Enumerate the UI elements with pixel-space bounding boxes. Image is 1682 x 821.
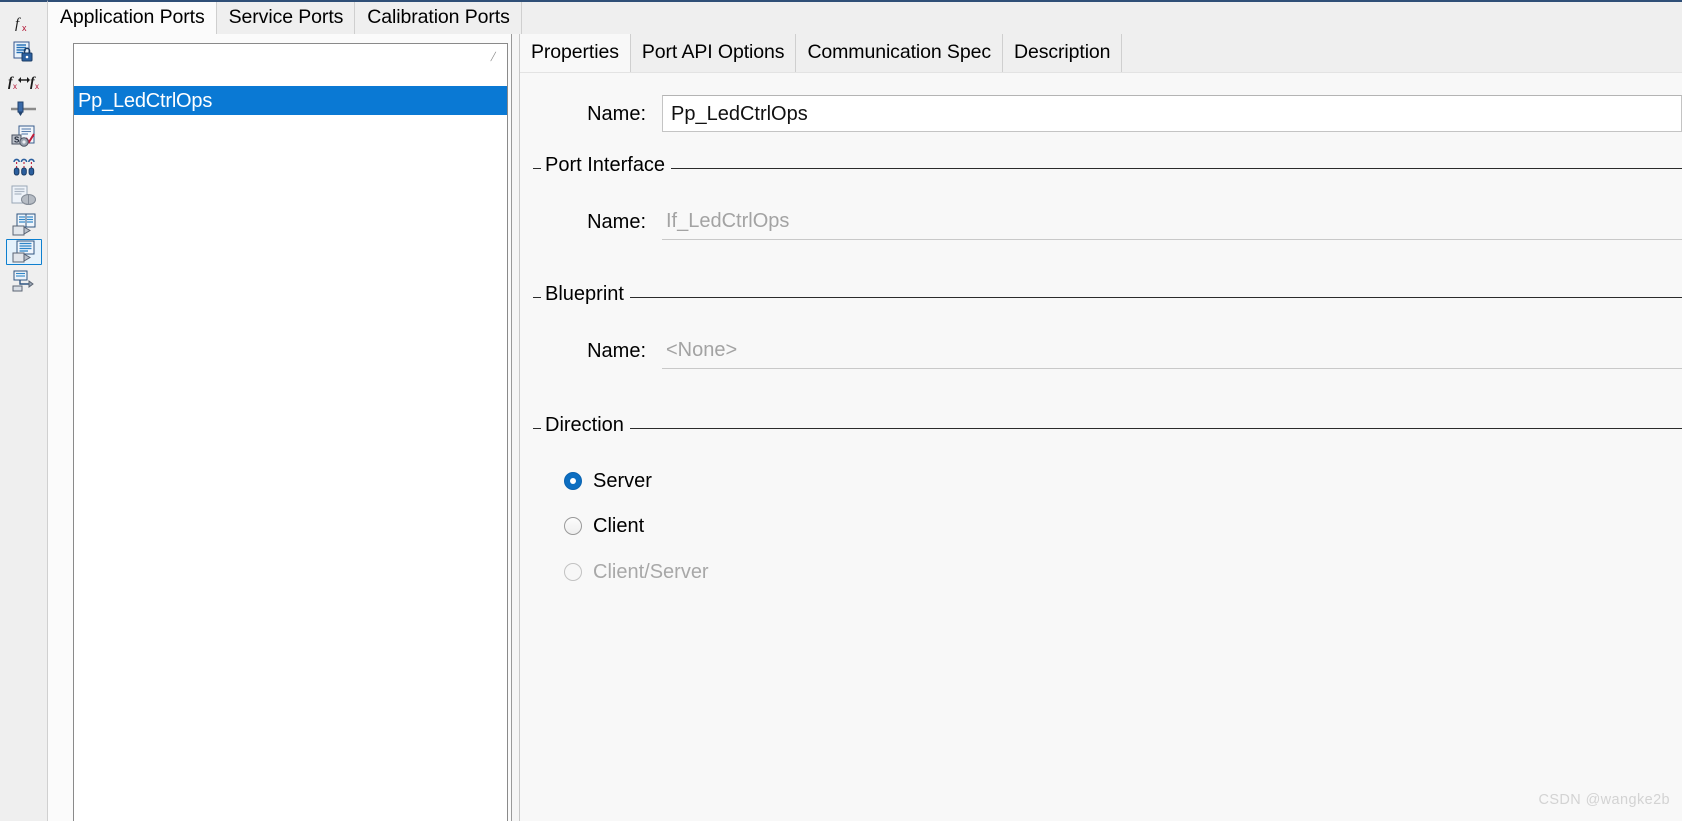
tab-properties[interactable]: Properties bbox=[520, 34, 631, 72]
blueprint-name-label: Name: bbox=[587, 339, 646, 362]
svg-text:f: f bbox=[15, 16, 21, 32]
port-name-input[interactable]: Pp_LedCtrlOps bbox=[662, 95, 1682, 132]
tab-application-ports[interactable]: Application Ports bbox=[48, 2, 217, 34]
blueprint-name-row: Name: <None> bbox=[533, 332, 1682, 369]
port-list-panel: / Pp_LedCtrlOps bbox=[48, 34, 513, 821]
properties-tabbar: Properties Port API Options Communicatio… bbox=[520, 34, 1682, 72]
port-interface-name-input[interactable]: If_LedCtrlOps bbox=[662, 203, 1682, 240]
watermark-text: CSDN @wangke2b bbox=[1538, 792, 1670, 808]
tab-description[interactable]: Description bbox=[1002, 34, 1123, 72]
svg-text:x: x bbox=[13, 82, 17, 91]
document-package-icon[interactable] bbox=[6, 183, 42, 209]
blueprint-group: Blueprint Name: <None> bbox=[533, 284, 1682, 403]
table-export-icon[interactable] bbox=[6, 212, 42, 238]
port-interface-list-icon[interactable] bbox=[6, 239, 42, 265]
svg-text:S: S bbox=[14, 136, 20, 145]
blueprint-legend: Blueprint bbox=[541, 284, 630, 304]
port-interface-name-label: Name: bbox=[587, 210, 646, 233]
pin-slider-icon[interactable] bbox=[6, 96, 42, 122]
port-category-tabbar: Application Ports Service Ports Calibrat… bbox=[48, 0, 1682, 34]
locked-document-icon[interactable] bbox=[6, 39, 42, 65]
port-interface-name-row: Name: If_LedCtrlOps bbox=[533, 203, 1682, 240]
blueprint-name-input[interactable]: <None> bbox=[662, 332, 1682, 369]
properties-panel: Properties Port API Options Communicatio… bbox=[520, 34, 1682, 821]
properties-form: Name: Pp_LedCtrlOps Port Interface Name:… bbox=[520, 72, 1682, 821]
tab-service-ports[interactable]: Service Ports bbox=[216, 2, 356, 34]
port-name-row: Name: Pp_LedCtrlOps bbox=[520, 95, 1682, 132]
tab-port-api-options[interactable]: Port API Options bbox=[630, 34, 797, 72]
radio-label: Server bbox=[593, 470, 652, 492]
panel-splitter[interactable] bbox=[511, 34, 520, 821]
fx-delete-icon[interactable]: f x bbox=[6, 10, 42, 36]
radio-button-icon bbox=[564, 563, 582, 581]
tool-icon-strip: f x f x f x S bbox=[0, 0, 48, 821]
runnable-flow-icon[interactable] bbox=[6, 268, 42, 294]
list-marker: / bbox=[489, 50, 497, 65]
list-item[interactable]: Pp_LedCtrlOps bbox=[74, 86, 507, 115]
radio-label: Client/Server bbox=[593, 561, 709, 583]
radio-direction-server[interactable]: Server bbox=[564, 468, 652, 494]
port-name-label: Name: bbox=[587, 102, 646, 125]
document-check-settings-icon[interactable]: S bbox=[6, 124, 42, 150]
radio-button-icon bbox=[564, 517, 582, 535]
direction-group: Direction Server Client Client/Server bbox=[533, 415, 1682, 658]
radio-label: Client bbox=[593, 515, 645, 537]
radio-direction-client-server: Client/Server bbox=[564, 559, 709, 585]
svg-text:x: x bbox=[35, 82, 39, 91]
port-list[interactable]: / Pp_LedCtrlOps bbox=[73, 43, 508, 821]
radio-direction-client[interactable]: Client bbox=[564, 513, 644, 539]
radio-button-icon bbox=[564, 472, 582, 490]
tab-calibration-ports[interactable]: Calibration Ports bbox=[355, 2, 522, 34]
svg-text:x: x bbox=[22, 23, 27, 33]
direction-legend: Direction bbox=[541, 415, 630, 435]
three-connectors-icon[interactable] bbox=[6, 153, 42, 179]
port-editor-window: f x f x f x S Application Ports Service … bbox=[0, 0, 1682, 821]
port-interface-group: Port Interface Name: If_LedCtrlOps bbox=[533, 155, 1682, 274]
port-interface-legend: Port Interface bbox=[541, 155, 672, 175]
tab-communication-spec[interactable]: Communication Spec bbox=[796, 34, 1003, 72]
fx-swap-fx-icon[interactable]: f x f x bbox=[6, 68, 42, 94]
